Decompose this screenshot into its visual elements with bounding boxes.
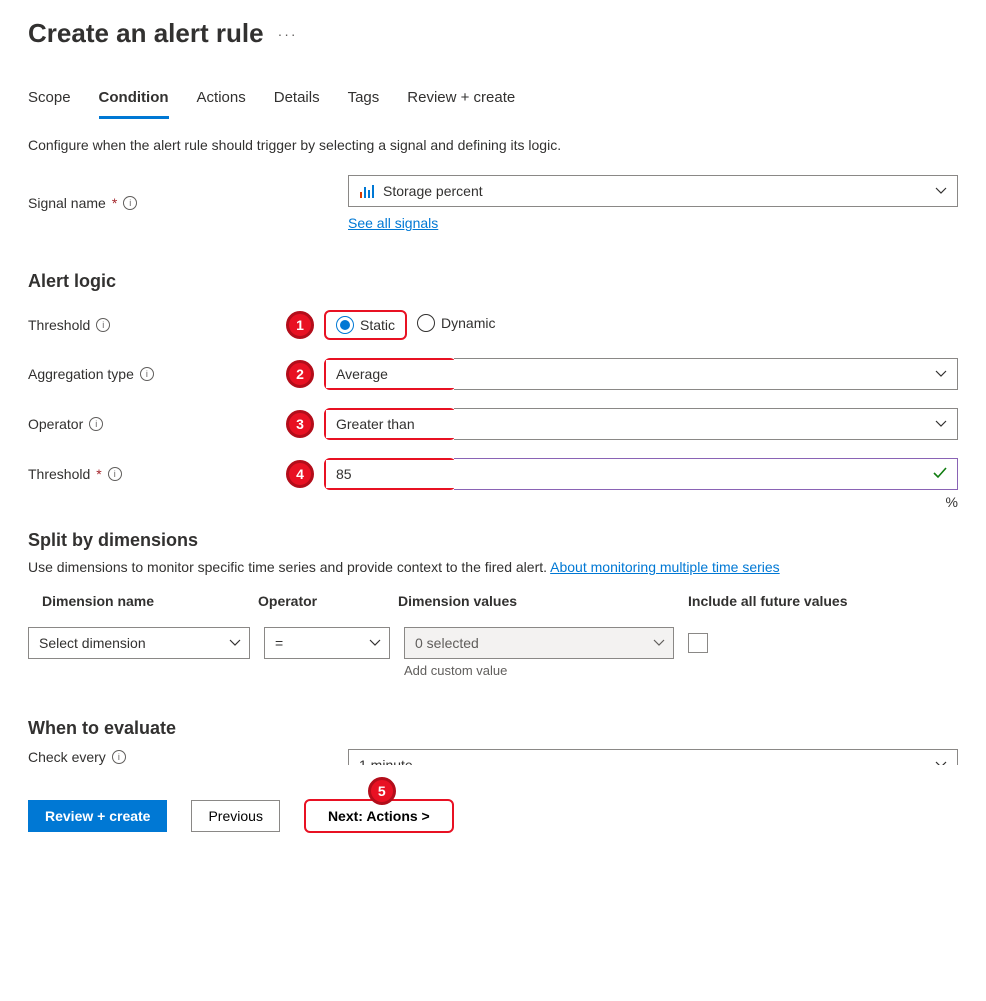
info-icon[interactable]: i (112, 750, 126, 764)
radio-unselected-icon (417, 314, 435, 332)
dim-header-values: Dimension values (398, 593, 688, 609)
threshold-dynamic-label: Dynamic (441, 315, 495, 331)
split-dimensions-heading: Split by dimensions (28, 530, 958, 551)
callout-badge-4: 4 (286, 460, 314, 488)
threshold-input[interactable] (454, 458, 958, 490)
checkmark-icon (933, 466, 947, 482)
chevron-down-icon (229, 639, 241, 647)
metric-icon (359, 183, 375, 199)
callout-badge-1: 1 (286, 311, 314, 339)
chevron-down-icon (935, 420, 947, 428)
info-icon[interactable]: i (123, 196, 137, 210)
dimension-operator-select[interactable]: = (264, 627, 390, 659)
split-dimensions-description: Use dimensions to monitor specific time … (28, 559, 958, 575)
threshold-static-radio[interactable]: Static (324, 310, 407, 340)
dimension-operator-value: = (275, 635, 283, 651)
chevron-down-icon (369, 639, 381, 647)
tab-review-create[interactable]: Review + create (407, 89, 515, 119)
alert-logic-heading: Alert logic (28, 271, 958, 292)
aggregation-select-highlight[interactable]: Average (326, 360, 454, 388)
signal-name-select[interactable]: Storage percent (348, 175, 958, 207)
tab-description: Configure when the alert rule should tri… (28, 137, 958, 153)
add-custom-value-link[interactable]: Add custom value (404, 663, 674, 678)
review-create-button[interactable]: Review + create (28, 800, 167, 832)
required-indicator: * (112, 195, 117, 211)
threshold-input-highlight[interactable]: 85 (326, 460, 454, 488)
page-title: Create an alert rule (28, 18, 264, 49)
tab-scope[interactable]: Scope (28, 89, 71, 119)
threshold-static-label: Static (360, 317, 395, 333)
split-dim-text: Use dimensions to monitor specific time … (28, 559, 550, 575)
tab-actions[interactable]: Actions (197, 89, 246, 119)
aggregation-select[interactable] (454, 358, 958, 390)
operator-select[interactable] (454, 408, 958, 440)
wizard-footer: Review + create Previous 5 Next: Actions… (28, 799, 958, 833)
callout-badge-2: 2 (286, 360, 314, 388)
radio-selected-icon (336, 316, 354, 334)
when-to-evaluate-heading: When to evaluate (28, 718, 958, 739)
include-future-values-checkbox[interactable] (688, 633, 708, 653)
tab-details[interactable]: Details (274, 89, 320, 119)
dimension-name-value: Select dimension (39, 635, 146, 651)
callout-badge-5: 5 (368, 777, 396, 805)
threshold-label: Threshold (28, 317, 90, 333)
chevron-down-icon (935, 370, 947, 378)
operator-value: Greater than (336, 416, 415, 432)
threshold-dynamic-radio[interactable]: Dynamic (407, 310, 505, 336)
required-indicator: * (96, 466, 101, 482)
aggregation-value: Average (336, 366, 388, 382)
operator-label: Operator (28, 416, 83, 432)
see-all-signals-link[interactable]: See all signals (348, 215, 438, 231)
tab-tags[interactable]: Tags (348, 89, 380, 119)
about-monitoring-link[interactable]: About monitoring multiple time series (550, 559, 780, 575)
check-every-label: Check every (28, 749, 106, 765)
signal-name-value: Storage percent (383, 183, 483, 199)
more-menu-icon[interactable]: ··· (278, 26, 298, 42)
dimension-name-select[interactable]: Select dimension (28, 627, 250, 659)
chevron-down-icon (935, 761, 947, 765)
info-icon[interactable]: i (96, 318, 110, 332)
info-icon[interactable]: i (140, 367, 154, 381)
dimensions-table-header: Dimension name Operator Dimension values… (28, 593, 958, 609)
signal-name-label: Signal name (28, 195, 106, 211)
operator-select-highlight[interactable]: Greater than (326, 410, 454, 438)
dim-header-name: Dimension name (28, 593, 258, 609)
aggregation-label: Aggregation type (28, 366, 134, 382)
previous-button[interactable]: Previous (191, 800, 279, 832)
check-every-select[interactable]: 1 minute (348, 749, 958, 765)
callout-badge-3: 3 (286, 410, 314, 438)
check-every-value: 1 minute (359, 757, 413, 765)
info-icon[interactable]: i (108, 467, 122, 481)
dim-header-include: Include all future values (688, 593, 958, 609)
threshold-unit: % (946, 494, 958, 510)
dimension-values-value: 0 selected (415, 635, 479, 651)
tab-condition[interactable]: Condition (99, 89, 169, 119)
threshold-value: 85 (336, 466, 352, 482)
dimension-values-select[interactable]: 0 selected (404, 627, 674, 659)
info-icon[interactable]: i (89, 417, 103, 431)
threshold-value-label: Threshold (28, 466, 90, 482)
dim-header-operator: Operator (258, 593, 398, 609)
chevron-down-icon (935, 187, 947, 195)
chevron-down-icon (653, 639, 665, 647)
tab-bar: Scope Condition Actions Details Tags Rev… (28, 89, 958, 119)
